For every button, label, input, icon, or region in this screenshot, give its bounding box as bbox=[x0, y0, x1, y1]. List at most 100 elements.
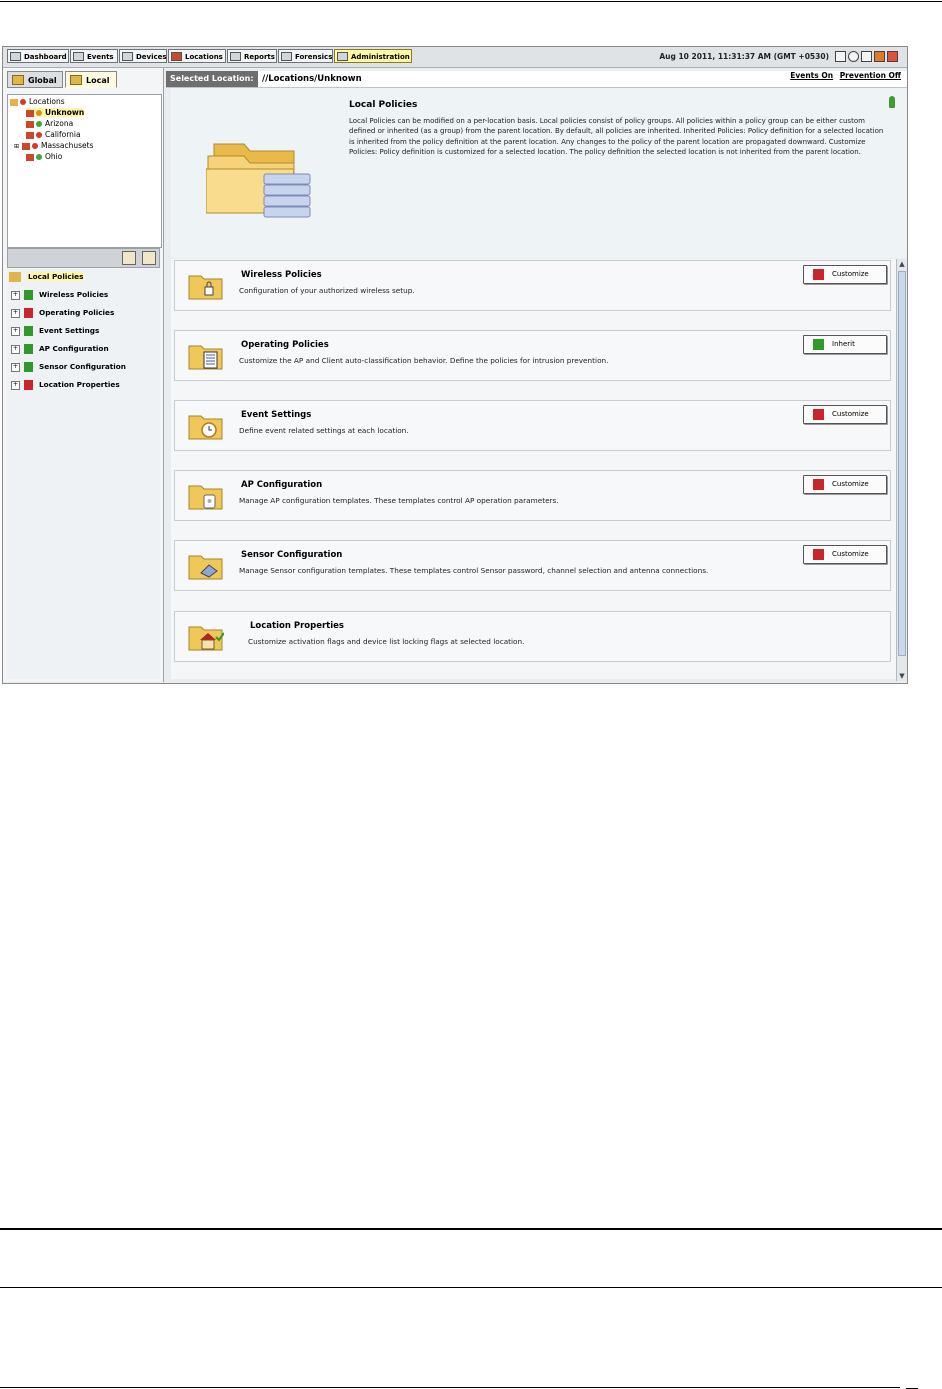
expand-icon[interactable]: + bbox=[11, 344, 20, 354]
location-icon bbox=[26, 109, 34, 117]
prevention-off-link[interactable]: Prevention Off bbox=[840, 71, 901, 80]
customize-button[interactable]: Customize bbox=[803, 545, 887, 564]
status-dot-icon bbox=[32, 143, 39, 149]
selected-location-path: //Locations/Unknown bbox=[262, 74, 362, 84]
local-icon bbox=[70, 75, 82, 85]
policy-tree-item[interactable]: + Location Properties bbox=[11, 380, 120, 390]
scrollbar-thumb[interactable] bbox=[898, 271, 906, 656]
main-toolbar: Dashboard Events Devices Locations Repor… bbox=[3, 47, 907, 68]
locations-icon bbox=[171, 52, 182, 61]
tab-administration[interactable]: Administration bbox=[334, 49, 412, 63]
policy-tree-root[interactable]: Local Policies bbox=[9, 272, 85, 282]
folder-document-icon bbox=[188, 345, 223, 370]
customize-button[interactable]: Customize bbox=[803, 265, 887, 284]
panel-splitter[interactable] bbox=[7, 248, 160, 268]
application-window: Dashboard Events Devices Locations Repor… bbox=[2, 46, 908, 684]
location-icon bbox=[26, 131, 34, 139]
devices-icon bbox=[122, 52, 133, 61]
status-links: Events On Prevention Off bbox=[786, 71, 901, 81]
global-icon bbox=[12, 75, 24, 85]
intro-description: Local Policies can be modified on a per-… bbox=[349, 117, 884, 156]
preferences-icon[interactable] bbox=[861, 51, 872, 62]
expand-icon[interactable]: + bbox=[11, 362, 20, 372]
content-panel: Selected Location: //Locations/Unknown E… bbox=[166, 68, 907, 682]
refresh-icon[interactable] bbox=[835, 51, 846, 62]
expand-icon[interactable]: ⊞ bbox=[14, 143, 19, 150]
policy-group-ap-configuration: AP Configuration Manage AP configuration… bbox=[174, 470, 891, 521]
folder-lock-icon bbox=[188, 275, 223, 300]
policy-tree-item[interactable]: + Operating Policies bbox=[11, 308, 114, 318]
tree-node-locations[interactable]: Locations bbox=[10, 97, 65, 106]
customize-icon bbox=[813, 269, 824, 280]
customize-button[interactable]: Customize bbox=[803, 405, 887, 424]
location-icon bbox=[26, 120, 34, 128]
user-icon[interactable] bbox=[874, 51, 885, 62]
inherited-icon bbox=[24, 326, 33, 336]
inherited-icon bbox=[24, 344, 33, 354]
folder-clock-icon bbox=[188, 415, 223, 440]
folder-icon bbox=[10, 98, 18, 106]
footer-rule-2 bbox=[0, 1287, 942, 1288]
vertical-scrollbar[interactable]: ▲ ▼ bbox=[896, 259, 907, 681]
policy-group-event-settings: Event Settings Define event related sett… bbox=[174, 400, 891, 451]
item-title: Event Settings bbox=[241, 410, 312, 420]
expand-icon[interactable]: + bbox=[11, 308, 20, 318]
administration-icon bbox=[337, 52, 348, 61]
customize-icon bbox=[813, 409, 824, 420]
tab-dashboard[interactable]: Dashboard bbox=[7, 49, 69, 63]
customized-icon bbox=[24, 290, 33, 300]
folder-ap-icon bbox=[188, 485, 223, 510]
dashboard-icon bbox=[10, 52, 21, 61]
tree-node-california[interactable]: California bbox=[26, 130, 81, 139]
customize-button[interactable]: Customize bbox=[803, 475, 887, 494]
inherit-button[interactable]: Inherit bbox=[803, 335, 887, 354]
local-policies-folder-icon bbox=[206, 143, 311, 218]
customize-icon bbox=[813, 479, 824, 490]
selected-location-bar: Selected Location: //Locations/Unknown E… bbox=[166, 71, 907, 88]
status-dot-icon bbox=[36, 132, 42, 138]
user-status-icon bbox=[889, 96, 895, 108]
logout-icon[interactable] bbox=[887, 51, 898, 62]
item-description: Customize the AP and Client auto-classif… bbox=[239, 356, 609, 365]
tab-devices[interactable]: Devices bbox=[119, 49, 167, 63]
selected-location-label: Selected Location: bbox=[166, 71, 258, 87]
intro-section: Local Policies Local Policies can be mod… bbox=[171, 88, 907, 258]
policy-tree-item[interactable]: + Sensor Configuration bbox=[11, 362, 126, 372]
expand-icon[interactable]: + bbox=[11, 326, 20, 336]
inherit-icon bbox=[813, 339, 824, 350]
item-description: Manage Sensor configuration templates. T… bbox=[239, 566, 709, 575]
expand-all-icon[interactable] bbox=[122, 251, 136, 265]
folder-sensor-icon bbox=[188, 555, 223, 580]
status-dot-icon bbox=[36, 154, 42, 160]
expand-icon[interactable]: + bbox=[11, 290, 20, 300]
item-title: Sensor Configuration bbox=[241, 550, 343, 560]
intro-title: Local Policies bbox=[349, 100, 418, 110]
page-edge-mark bbox=[906, 1376, 918, 1389]
datetime-display: Aug 10 2011, 11:31:37 AM (GMT +0530) bbox=[659, 52, 829, 61]
tree-node-unknown[interactable]: Unknown bbox=[26, 108, 85, 117]
expand-icon[interactable]: + bbox=[11, 380, 20, 390]
top-rule bbox=[0, 1, 942, 2]
tab-local[interactable]: Local bbox=[65, 71, 117, 88]
policy-tree-item[interactable]: + Event Settings bbox=[11, 326, 99, 336]
status-dot-icon bbox=[36, 110, 42, 116]
item-title: AP Configuration bbox=[241, 480, 323, 490]
tree-node-massachusets[interactable]: ⊞ Massachusets bbox=[14, 141, 94, 151]
tab-forensics[interactable]: Forensics bbox=[278, 49, 333, 63]
tab-reports[interactable]: Reports bbox=[227, 49, 277, 63]
status-dot-icon bbox=[20, 99, 26, 105]
location-icon bbox=[22, 142, 31, 150]
policy-tree-item[interactable]: + Wireless Policies bbox=[11, 290, 108, 300]
tree-node-arizona[interactable]: Arizona bbox=[26, 119, 73, 128]
tab-events[interactable]: Events bbox=[70, 49, 118, 63]
help-icon[interactable] bbox=[848, 51, 859, 62]
scroll-up-icon[interactable]: ▲ bbox=[897, 259, 907, 269]
tab-locations[interactable]: Locations bbox=[168, 49, 226, 63]
events-on-link[interactable]: Events On bbox=[790, 71, 833, 80]
policy-tree-item[interactable]: + AP Configuration bbox=[11, 344, 109, 354]
scroll-down-icon[interactable]: ▼ bbox=[897, 671, 907, 681]
location-icon bbox=[26, 153, 34, 161]
tree-node-ohio[interactable]: Ohio bbox=[26, 152, 62, 161]
collapse-all-icon[interactable] bbox=[142, 251, 156, 265]
tab-global[interactable]: Global bbox=[7, 71, 63, 88]
